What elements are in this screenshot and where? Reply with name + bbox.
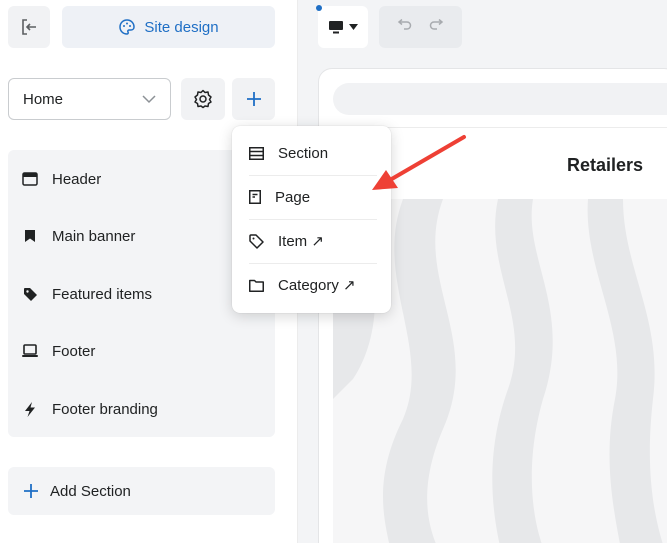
chevron-down-icon [142, 95, 156, 104]
menu-item-label: Page [275, 188, 311, 206]
page-selector-value: Home [23, 90, 64, 108]
menu-item-category[interactable]: Category ↗ [232, 263, 391, 307]
redo-button[interactable] [429, 18, 445, 36]
page-selector[interactable]: Home [8, 78, 171, 120]
site-design-label: Site design [144, 18, 219, 36]
exit-button[interactable] [8, 6, 50, 48]
section-item-footer[interactable]: Footer [8, 331, 275, 371]
menu-item-label: Item ↗ [278, 233, 324, 250]
header-icon [22, 171, 38, 187]
undo-redo-group [379, 6, 462, 48]
menu-item-label: Category ↗ [278, 277, 356, 294]
undo-button[interactable] [396, 18, 412, 36]
add-section-label: Add Section [50, 482, 131, 500]
menu-item-section[interactable]: Section [232, 131, 391, 175]
page-settings-button[interactable] [181, 78, 225, 120]
device-toggle-button[interactable] [318, 6, 368, 48]
add-button[interactable] [232, 78, 275, 120]
palette-icon [119, 19, 136, 35]
page-icon [249, 190, 261, 204]
preview-url-bar [333, 83, 667, 115]
bookmark-icon [22, 228, 38, 244]
laptop-icon [22, 343, 38, 359]
lightning-icon [22, 401, 38, 417]
desktop-icon [328, 20, 343, 33]
plus-icon [24, 484, 38, 498]
menu-item-page[interactable]: Page [232, 175, 391, 219]
section-icon [249, 146, 264, 160]
section-item-label: Footer [52, 342, 96, 360]
gear-icon [194, 89, 212, 109]
plus-icon [246, 92, 261, 106]
tag-icon [22, 286, 38, 302]
section-item-label: Featured items [52, 285, 153, 303]
folder-icon [249, 279, 264, 292]
menu-item-item[interactable]: Item ↗ [232, 219, 391, 263]
add-section-button[interactable]: Add Section [8, 467, 275, 515]
menu-item-label: Section [278, 144, 329, 162]
store-title: Retailers [567, 155, 644, 175]
add-menu: Section Page Item ↗ Category ↗ [232, 126, 391, 313]
section-item-footer-branding[interactable]: Footer branding [8, 389, 275, 429]
undo-icon [397, 18, 412, 30]
tag-icon [249, 233, 264, 249]
section-item-label: Header [52, 170, 102, 188]
exit-icon [22, 19, 36, 35]
site-design-button[interactable]: Site design [62, 6, 275, 48]
section-item-label: Footer branding [52, 400, 158, 418]
redo-icon [429, 18, 444, 30]
active-indicator [316, 5, 322, 11]
section-item-label: Main banner [52, 227, 136, 245]
caret-down-icon [348, 24, 358, 30]
